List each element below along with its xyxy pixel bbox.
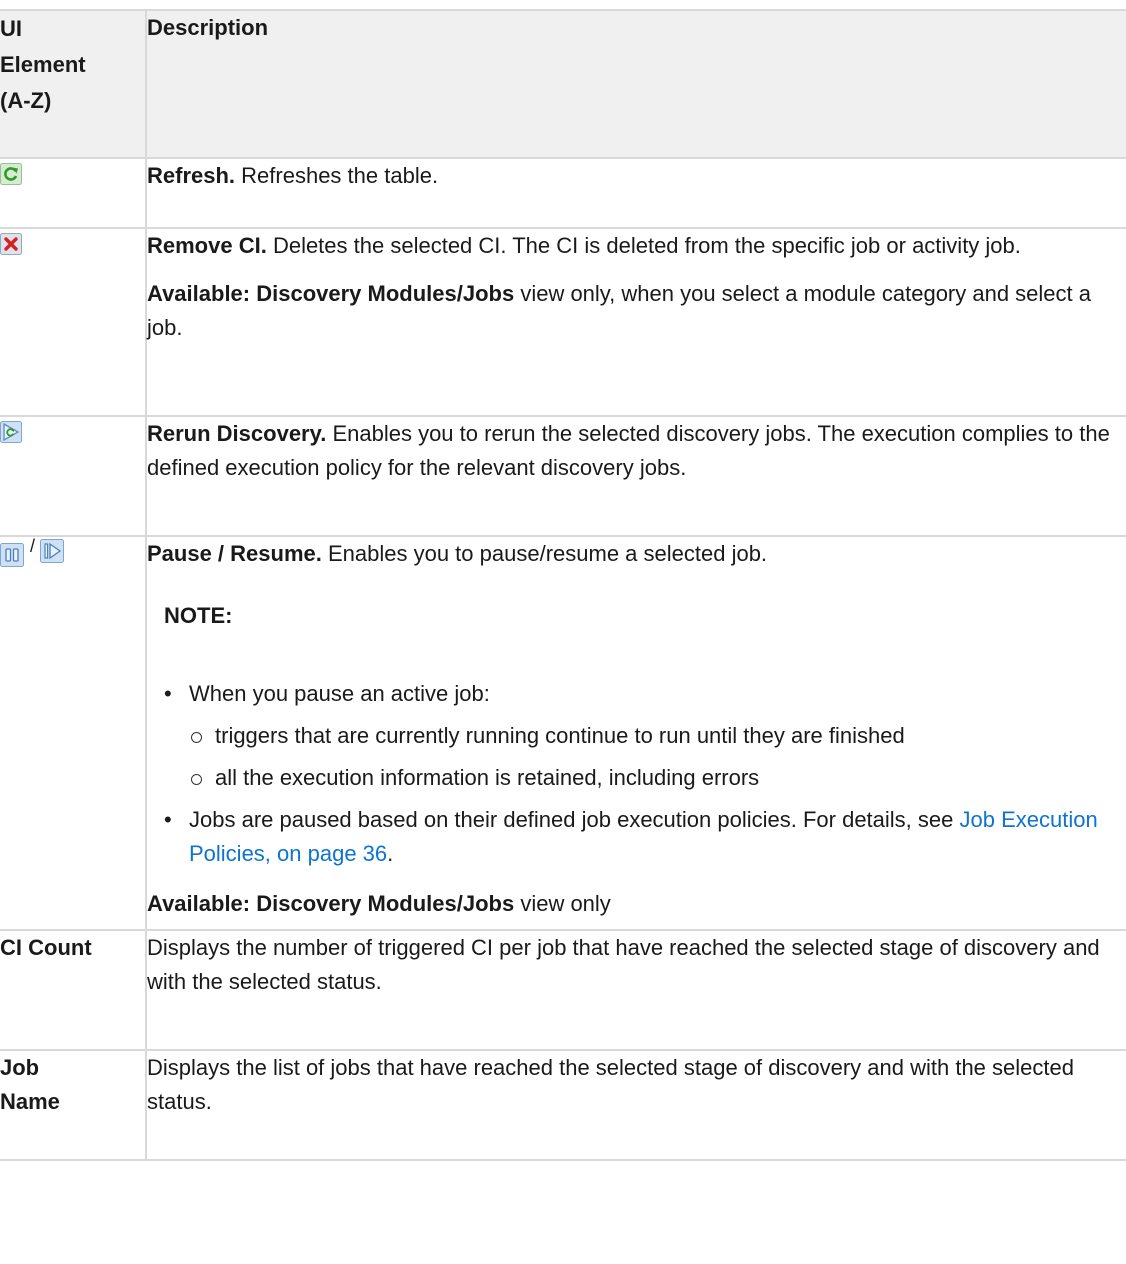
term-rerun-discovery: Rerun Discovery.: [147, 421, 327, 446]
header-ui-element: UI Element (A-Z): [0, 9, 147, 159]
ui-element-cell: [0, 157, 147, 229]
table-row-pause-resume: / Pause / Resume. Enables you to pause/r…: [0, 535, 1126, 931]
availability-label: Available: Discovery Modules/Jobs: [147, 891, 515, 916]
table-row-rerun-discovery: Rerun Discovery. Enables you to rerun th…: [0, 415, 1126, 537]
desc-ci-count: Displays the number of triggered CI per …: [147, 935, 1100, 994]
ui-element-cell: /: [0, 535, 147, 931]
term-refresh: Refresh.: [147, 163, 236, 188]
resume-icon: [40, 539, 65, 563]
desc-pause-resume: Enables you to pause/resume a selected j…: [321, 541, 768, 566]
description-cell: Pause / Resume. Enables you to pause/res…: [146, 535, 1126, 931]
table-row-ci-count: CI Count Displays the number of triggere…: [0, 929, 1126, 1051]
list-item: When you pause an active job: triggers t…: [147, 677, 1126, 795]
table-header-row: UI Element (A-Z) Description: [0, 9, 1126, 159]
pause-icon: [0, 543, 24, 567]
bullet-pause-active: When you pause an active job:: [189, 681, 490, 706]
description-cell: Refresh. Refreshes the table.: [146, 157, 1126, 229]
ui-element-cell: CI Count: [0, 929, 147, 1051]
term-remove-ci: Remove CI.: [147, 233, 267, 258]
term-pause-resume: Pause / Resume.: [147, 541, 322, 566]
table-row-job-name: Job Name Displays the list of jobs that …: [0, 1049, 1126, 1161]
note-list: When you pause an active job: triggers t…: [147, 677, 1126, 871]
description-cell: Remove CI. Deletes the selected CI. The …: [146, 227, 1126, 417]
list-item: triggers that are currently running cont…: [189, 719, 1126, 753]
desc-remove-ci: Deletes the selected CI. The CI is delet…: [266, 233, 1021, 258]
sub-list: triggers that are currently running cont…: [189, 719, 1126, 795]
table-row-remove-ci: Remove CI. Deletes the selected CI. The …: [0, 227, 1126, 417]
header-description: Description: [146, 9, 1126, 159]
term-job-line: Job: [0, 1055, 40, 1080]
note-label: NOTE:: [164, 603, 233, 628]
table-row-refresh: Refresh. Refreshes the table.: [0, 157, 1126, 229]
rerun-discovery-icon: [0, 419, 22, 443]
ui-element-cell: Job Name: [0, 1049, 147, 1161]
availability-label: Available: Discovery Modules/Jobs: [147, 281, 515, 306]
description-cell: Displays the list of jobs that have reac…: [146, 1049, 1126, 1161]
bullet-policies: Jobs are paused based on their defined j…: [189, 807, 960, 832]
desc-refresh: Refreshes the table.: [235, 163, 439, 188]
description-cell: Rerun Discovery. Enables you to rerun th…: [146, 415, 1126, 537]
ui-element-cell: [0, 227, 147, 417]
list-item: Jobs are paused based on their defined j…: [147, 803, 1126, 871]
ui-elements-table: UI Element (A-Z) Description Refresh. Re…: [0, 9, 1126, 1161]
desc-job-name: Displays the list of jobs that have reac…: [147, 1055, 1074, 1114]
refresh-icon: [0, 161, 22, 185]
remove-ci-icon: [0, 231, 22, 255]
list-item: all the execution information is retaine…: [189, 761, 1126, 795]
description-cell: Displays the number of triggered CI per …: [146, 929, 1126, 1051]
availability-text: view only: [514, 891, 611, 916]
term-name-line: Name: [0, 1089, 60, 1114]
header-ui-line: UI: [0, 16, 22, 41]
ui-element-cell: [0, 415, 147, 537]
header-element-line: Element: [0, 52, 86, 77]
icon-separator: /: [30, 536, 36, 556]
bullet-policies-end: .: [387, 841, 394, 866]
header-az-line: (A-Z): [0, 88, 52, 113]
